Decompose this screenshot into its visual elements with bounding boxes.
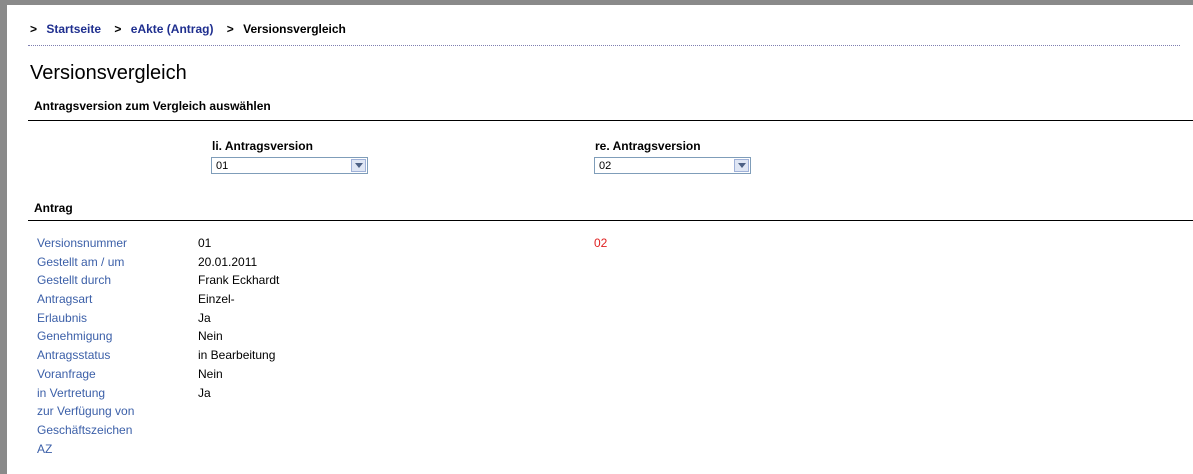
left-value: Frank Eckhardt	[198, 273, 280, 288]
left-value: 20.01.2011	[198, 254, 258, 269]
breadcrumb-divider	[28, 45, 1180, 46]
breadcrumb-separator: >	[114, 22, 122, 36]
antrag-section-title: Antrag	[34, 201, 73, 215]
breadcrumb-link-startseite[interactable]: Startseite	[46, 22, 101, 36]
page-title: Versionsvergleich	[30, 62, 187, 84]
left-value: Ja	[198, 385, 211, 400]
left-value: Nein	[198, 366, 223, 381]
breadcrumb-current: Versionsvergleich	[243, 22, 346, 36]
field-label: Antragsstatus	[37, 348, 111, 363]
window-frame-left	[0, 0, 7, 474]
right-version-label: re. Antragsversion	[595, 139, 701, 153]
right-version-select[interactable]: 02	[594, 157, 751, 174]
left-version-label: li. Antragsversion	[212, 139, 313, 153]
field-label: Gestellt am / um	[37, 254, 125, 269]
left-value: Nein	[198, 329, 223, 344]
window-frame-top	[0, 0, 1193, 5]
field-label: Versionsnummer	[37, 236, 128, 250]
section-divider	[28, 220, 1193, 221]
breadcrumb-separator: >	[226, 22, 234, 36]
field-label: Antragsart	[37, 292, 93, 307]
left-value: Einzel-	[198, 292, 235, 307]
chevron-down-icon[interactable]	[351, 159, 366, 172]
field-label: Genehmigung	[37, 329, 113, 344]
breadcrumb: > Startseite > eAkte (Antrag) > Versions…	[30, 22, 346, 36]
field-label: AZ	[37, 441, 53, 456]
right-value: 02	[594, 236, 608, 250]
field-label: Geschäftszeichen	[37, 422, 133, 437]
left-value: 01	[198, 236, 212, 250]
field-label: in Vertretung	[37, 385, 106, 400]
left-value: in Bearbeitung	[198, 348, 276, 363]
field-label: zur Verfügung von	[37, 404, 135, 419]
breadcrumb-link-eakte[interactable]: eAkte (Antrag)	[131, 22, 214, 36]
right-version-value: 02	[599, 160, 612, 172]
breadcrumb-separator: >	[30, 22, 38, 36]
left-value: Ja	[198, 310, 211, 325]
left-version-select[interactable]: 01	[211, 157, 368, 174]
field-label: Gestellt durch	[37, 273, 112, 288]
chevron-down-icon[interactable]	[734, 159, 749, 172]
left-version-value: 01	[216, 160, 229, 172]
field-label: Erlaubnis	[37, 310, 88, 325]
section-divider	[28, 120, 1193, 121]
version-select-section-title: Antragsversion zum Vergleich auswählen	[34, 99, 271, 113]
field-label: Voranfrage	[37, 366, 96, 381]
